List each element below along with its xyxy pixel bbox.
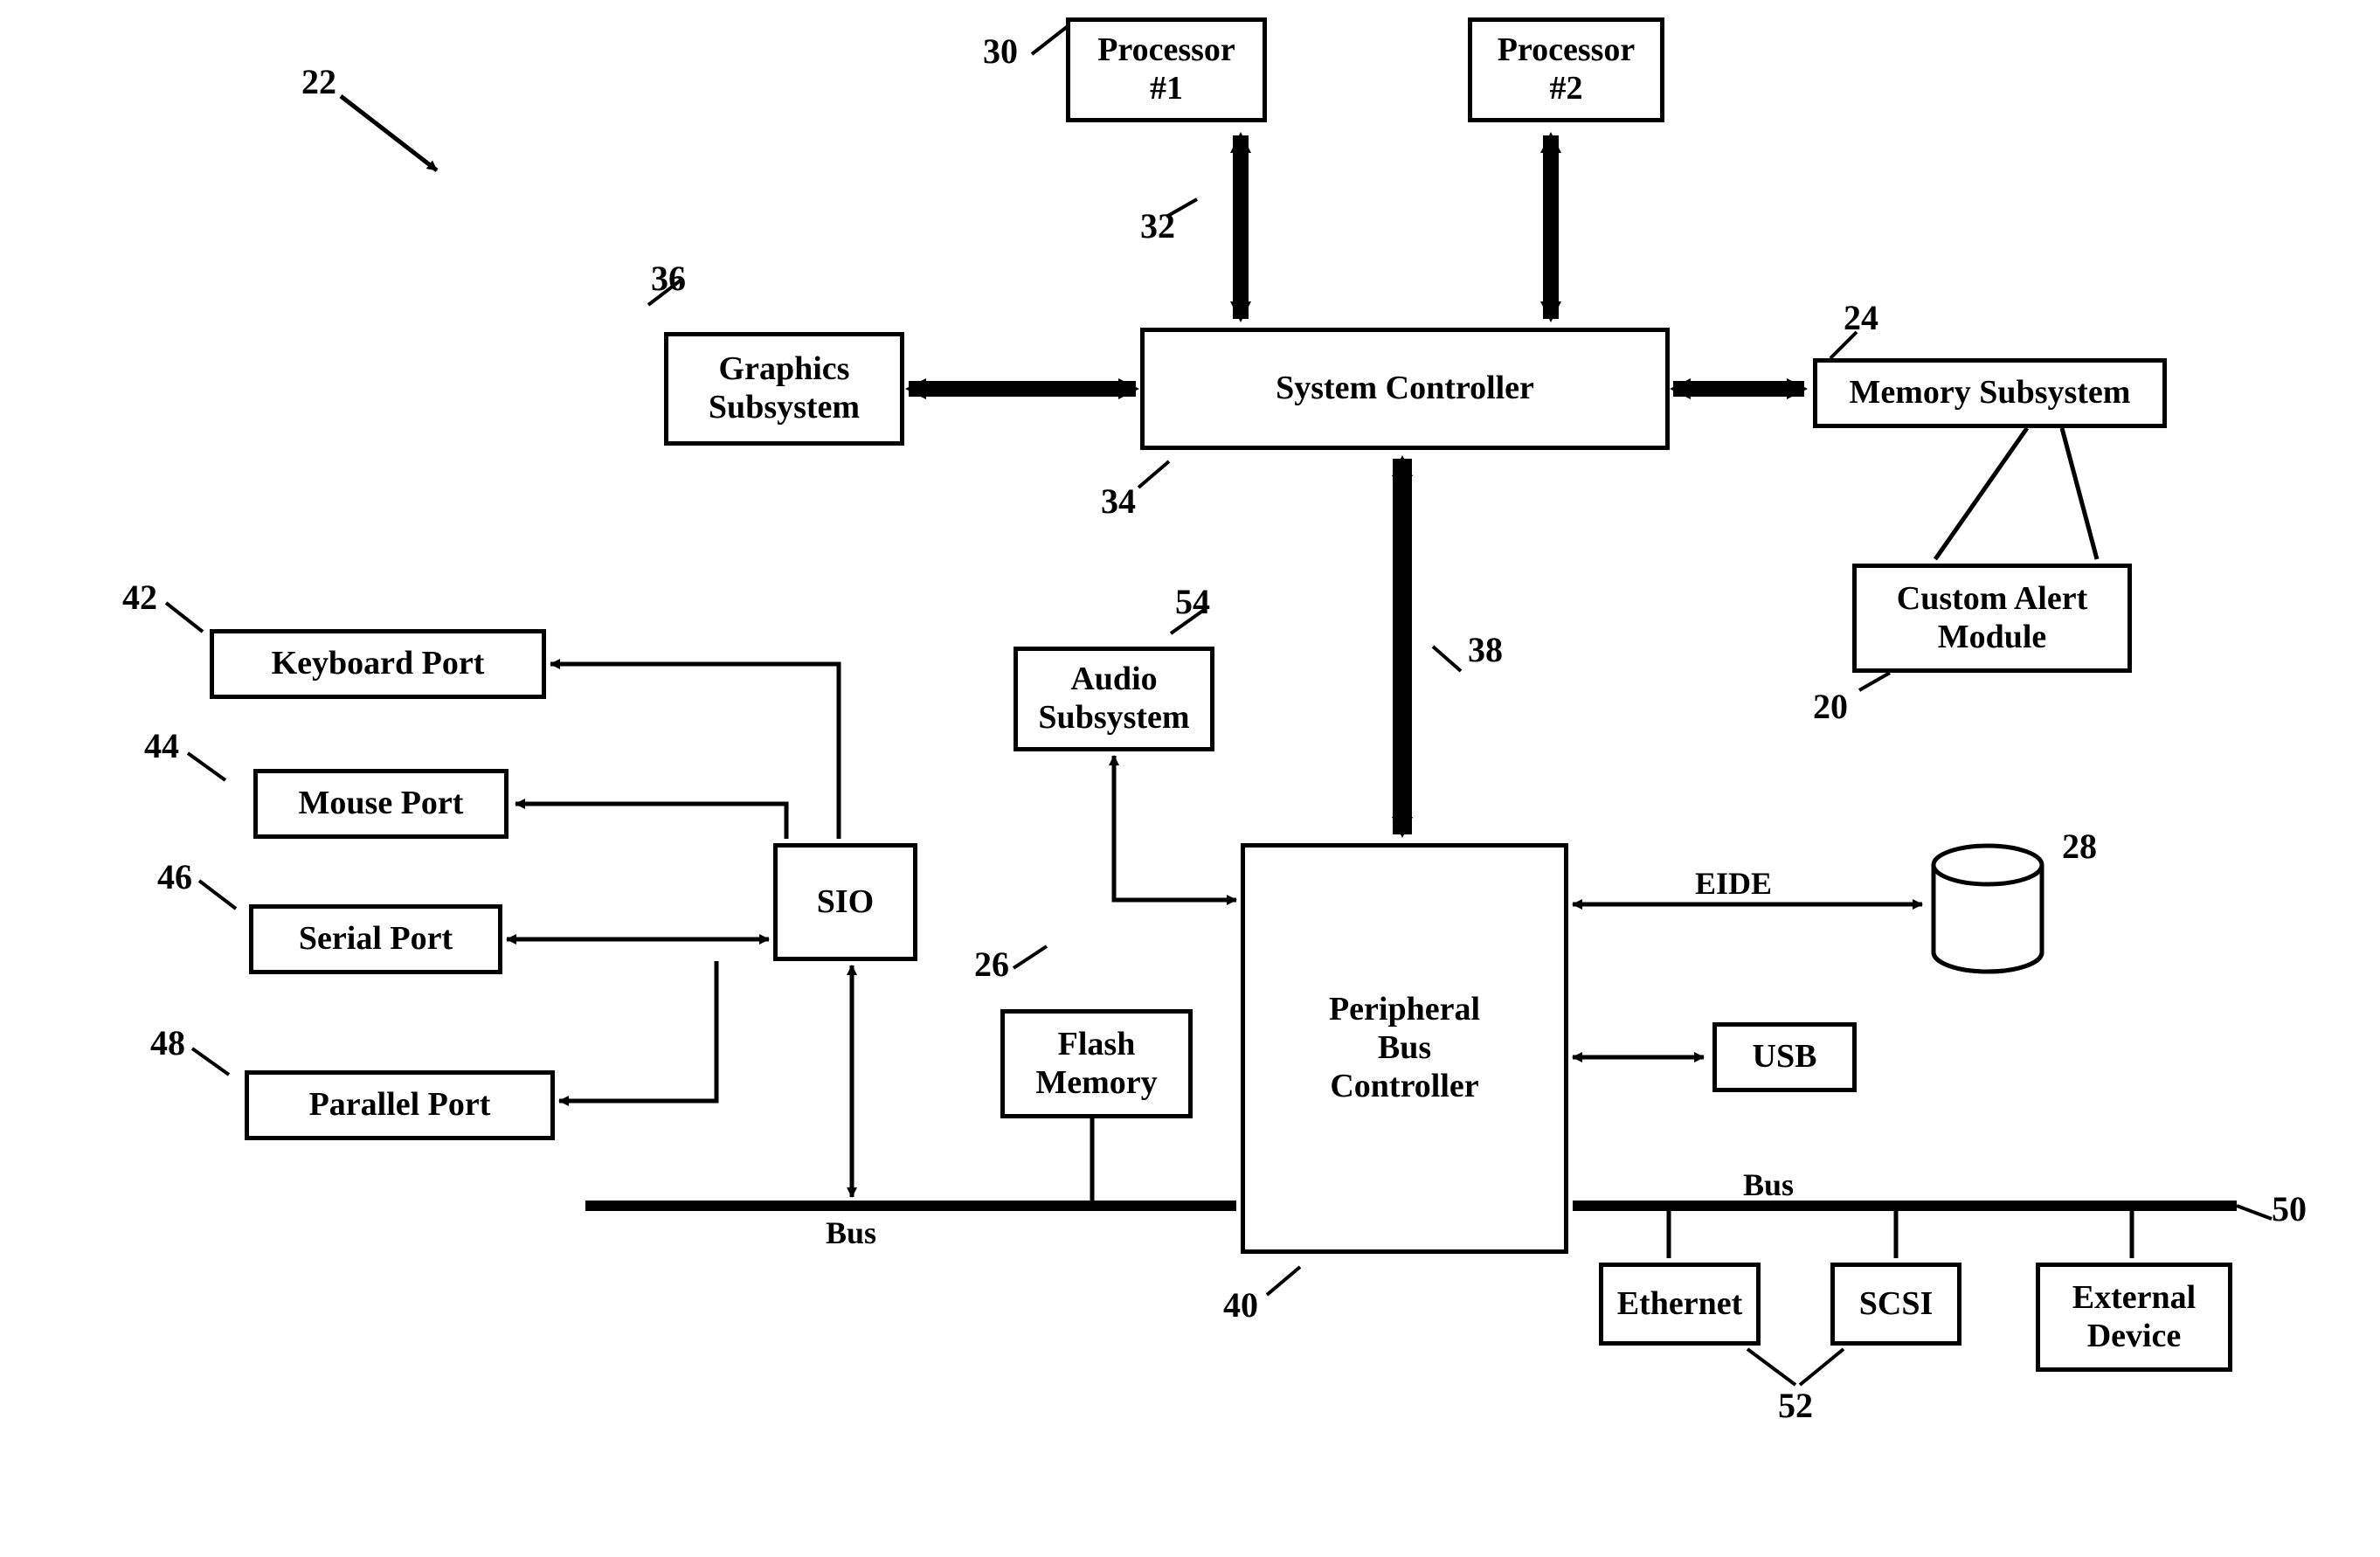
usb-box: USB [1712,1022,1857,1092]
ref-36: 36 [651,258,686,299]
parallel-port-box: Parallel Port [245,1070,555,1140]
processor-1-box: Processor#1 [1066,17,1267,122]
ref-52: 52 [1778,1385,1813,1426]
bus-left-label: Bus [826,1214,876,1251]
ref-30: 30 [983,31,1018,72]
ref-50: 50 [2272,1188,2307,1229]
bus-right-label: Bus [1743,1166,1794,1203]
external-device-box: ExternalDevice [2036,1263,2232,1372]
ref-40: 40 [1223,1284,1258,1325]
ref-28: 28 [2062,826,2097,867]
audio-subsystem-box: AudioSubsystem [1014,647,1214,751]
keyboard-port-box: Keyboard Port [210,629,546,699]
ref-26: 26 [974,944,1009,985]
sio-box: SIO [773,843,917,961]
serial-port-box: Serial Port [249,904,502,974]
peripheral-bus-controller-box: PeripheralBusController [1241,843,1568,1254]
ref-48: 48 [150,1022,185,1063]
eide-label: EIDE [1695,865,1772,902]
memory-subsystem-box: Memory Subsystem [1813,358,2167,428]
graphics-subsystem-box: GraphicsSubsystem [664,332,904,446]
ref-42: 42 [122,577,157,618]
custom-alert-module-box: Custom AlertModule [1852,564,2132,673]
system-controller-box: System Controller [1140,328,1670,450]
ref-44: 44 [144,725,179,766]
ref-54: 54 [1175,581,1210,622]
flash-memory-box: FlashMemory [1000,1009,1193,1118]
ref-34: 34 [1101,481,1136,522]
processor-2-box: Processor#2 [1468,17,1664,122]
ref-24: 24 [1844,297,1878,338]
ref-38: 38 [1468,629,1503,670]
ref-46: 46 [157,856,192,897]
ethernet-box: Ethernet [1599,1263,1761,1346]
ref-22: 22 [301,61,336,102]
scsi-box: SCSI [1830,1263,1961,1346]
ref-20: 20 [1813,686,1848,727]
mouse-port-box: Mouse Port [253,769,509,839]
ref-32: 32 [1140,205,1175,246]
